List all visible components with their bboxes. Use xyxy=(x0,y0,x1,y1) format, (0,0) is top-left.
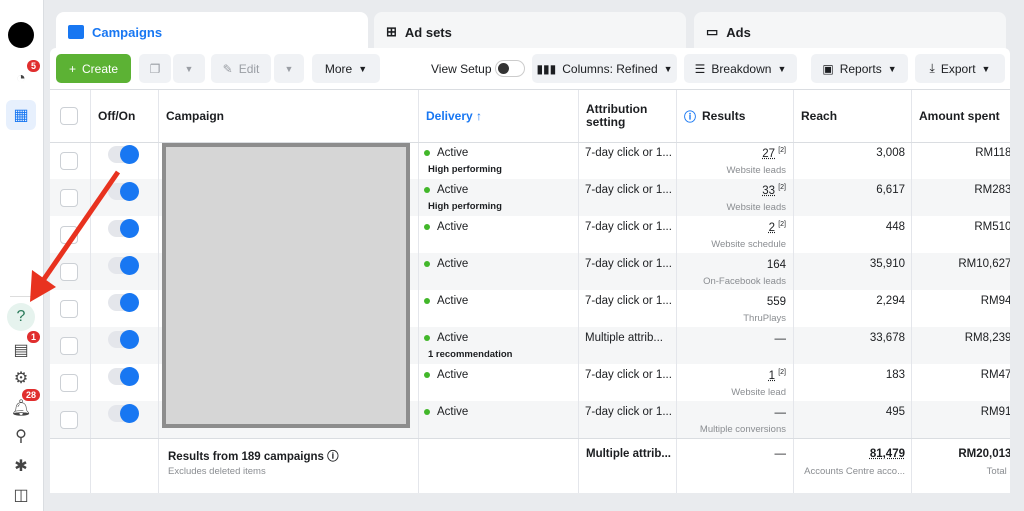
red-arrow-annotation xyxy=(30,170,121,302)
